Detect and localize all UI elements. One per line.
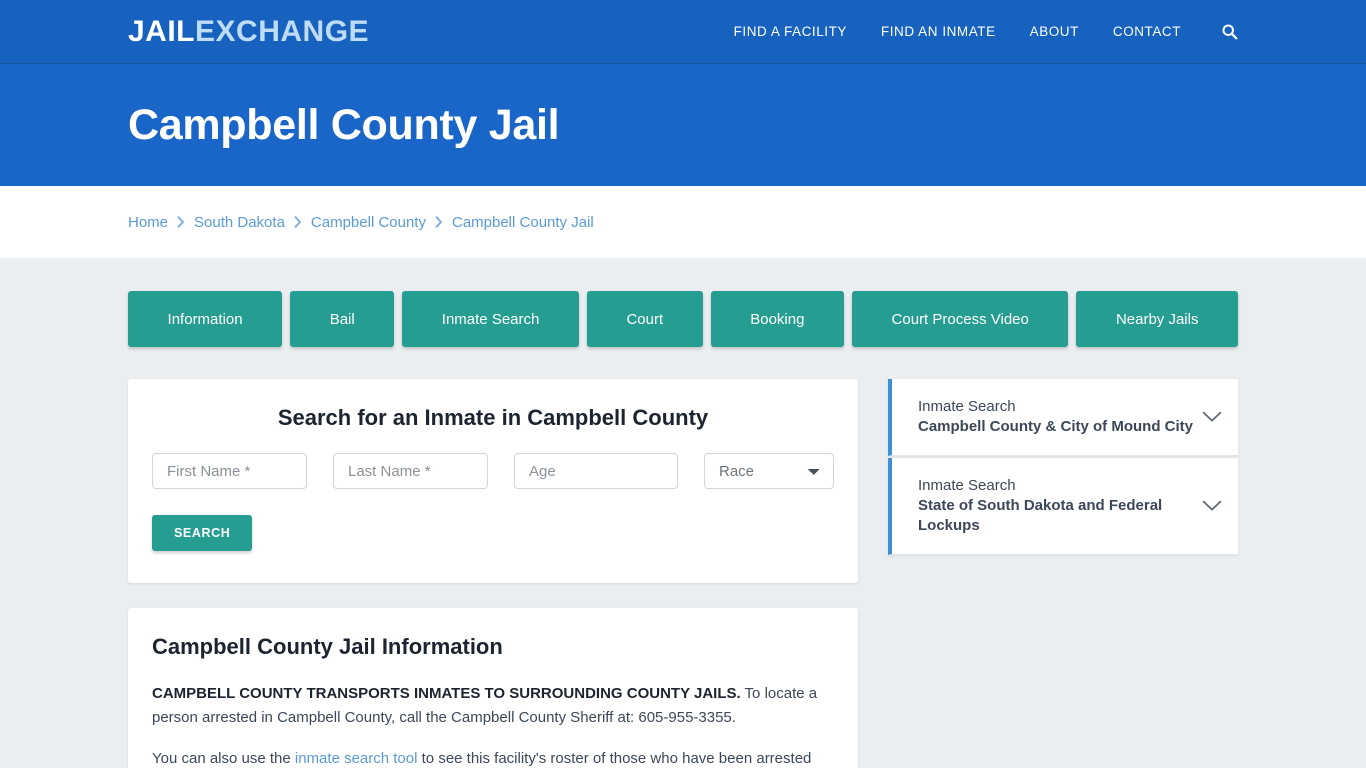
- top-navbar: JAILEXCHANGE FIND A FACILITY FIND AN INM…: [0, 0, 1366, 64]
- breadcrumb-item-campbell-county-jail[interactable]: Campbell County Jail: [452, 214, 594, 231]
- chevron-right-icon: [177, 216, 185, 228]
- content-columns: Search for an Inmate in Campbell County …: [128, 347, 1238, 768]
- transport-notice-bold: CAMPBELL COUNTY TRANSPORTS INMATES TO SU…: [152, 685, 741, 702]
- page-title: Campbell County Jail: [128, 100, 560, 149]
- jail-information-paragraph-2: You can also use the inmate search tool …: [152, 747, 834, 768]
- nav-item-find-a-facility[interactable]: FIND A FACILITY: [734, 24, 847, 39]
- accordion-title-county: Inmate Search: [918, 398, 1016, 415]
- tab-information[interactable]: Information: [128, 291, 283, 347]
- accordion-subtitle-county: Campbell County & City of Mound City: [918, 418, 1193, 436]
- accordion-subtitle-state: State of South Dakota and Federal Lockup…: [918, 497, 1163, 535]
- accordion-title-state: Inmate Search: [918, 477, 1016, 495]
- chevron-right-icon: [435, 216, 443, 228]
- sidebar-column: Inmate Search Campbell County & City of …: [888, 379, 1238, 556]
- tab-court[interactable]: Court: [586, 291, 703, 347]
- page-content: Information Bail Inmate Search Court Boo…: [0, 258, 1366, 768]
- inmate-search-card: Search for an Inmate in Campbell County …: [128, 379, 858, 583]
- logo-text-jail: JAIL: [128, 14, 196, 48]
- breadcrumb-item-south-dakota[interactable]: South Dakota: [194, 214, 285, 231]
- inmate-search-heading: Search for an Inmate in Campbell County: [277, 405, 709, 430]
- breadcrumb-band: Home South Dakota Campbell County Campbe…: [0, 186, 1366, 258]
- breadcrumb-item-campbell-county[interactable]: Campbell County: [311, 214, 426, 231]
- accordion-inmate-search-county[interactable]: Inmate Search Campbell County & City of …: [888, 379, 1238, 457]
- jail-information-card: Campbell County Jail Information CAMPBEL…: [128, 608, 858, 768]
- roster-text-before: You can also use the: [152, 749, 295, 767]
- chevron-down-icon[interactable]: [1202, 500, 1222, 512]
- tab-nearby-jails[interactable]: Nearby Jails: [1076, 291, 1239, 347]
- tab-court-process-video[interactable]: Court Process Video: [852, 291, 1069, 347]
- jail-information-paragraph-1: CAMPBELL COUNTY TRANSPORTS INMATES TO SU…: [152, 682, 834, 731]
- chevron-right-icon: [294, 216, 302, 228]
- main-nav: FIND A FACILITY FIND AN INMATE ABOUT CON…: [734, 23, 1238, 40]
- jail-information-heading: Campbell County Jail Information: [152, 634, 503, 659]
- age-input[interactable]: [514, 453, 678, 489]
- page-header-band: Campbell County Jail: [0, 64, 1366, 186]
- tab-booking[interactable]: Booking: [710, 291, 844, 347]
- accordion-inmate-search-state[interactable]: Inmate Search State of South Dakota and …: [888, 458, 1238, 556]
- nav-item-contact[interactable]: CONTACT: [1113, 24, 1181, 39]
- inmate-search-fields: Race: [152, 453, 834, 489]
- race-select[interactable]: Race: [704, 453, 834, 489]
- accordion-label-county: Inmate Search Campbell County & City of …: [918, 397, 1194, 437]
- nav-item-find-an-inmate[interactable]: FIND AN INMATE: [881, 24, 996, 39]
- nav-item-about[interactable]: ABOUT: [1030, 24, 1079, 39]
- tab-inmate-search[interactable]: Inmate Search: [402, 291, 579, 347]
- accordion-label-state: Inmate Search State of South Dakota and …: [918, 476, 1194, 536]
- site-logo[interactable]: JAILEXCHANGE: [128, 14, 370, 48]
- first-name-input[interactable]: [152, 453, 307, 489]
- last-name-input[interactable]: [333, 453, 488, 489]
- tab-bail[interactable]: Bail: [290, 291, 395, 347]
- main-column: Search for an Inmate in Campbell County …: [128, 379, 858, 768]
- search-icon[interactable]: [1221, 23, 1238, 40]
- inmate-search-tool-link[interactable]: inmate search tool: [295, 750, 418, 767]
- section-tabs: Information Bail Inmate Search Court Boo…: [128, 258, 1239, 347]
- search-button[interactable]: SEARCH: [152, 515, 253, 551]
- breadcrumb: Home South Dakota Campbell County Campbe…: [128, 214, 594, 231]
- chevron-down-icon[interactable]: [1202, 411, 1222, 423]
- logo-text-exchange: EXCHANGE: [195, 14, 370, 48]
- breadcrumb-item-home[interactable]: Home: [128, 214, 168, 231]
